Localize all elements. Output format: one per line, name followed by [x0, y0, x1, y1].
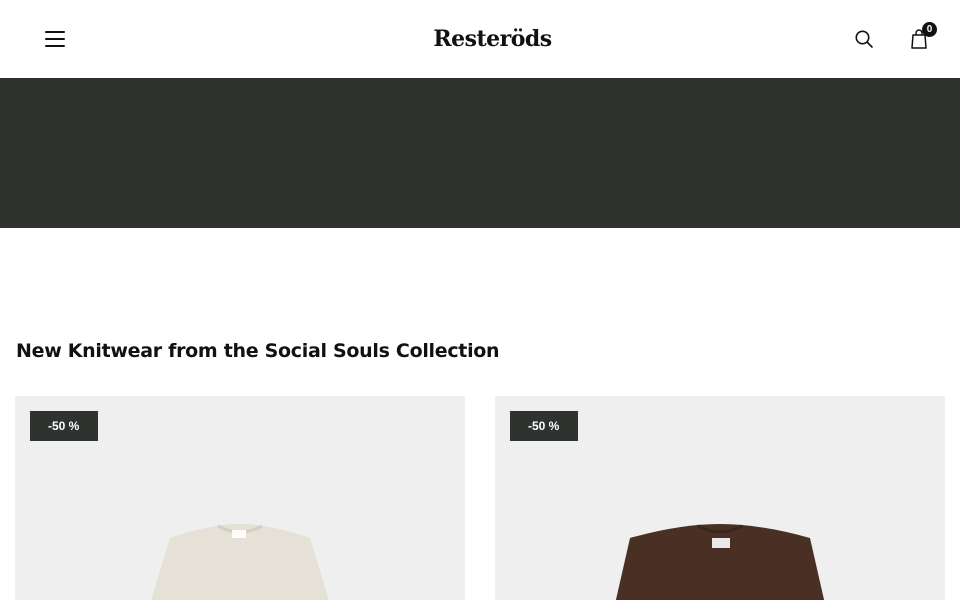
cart-count-badge: 0 [922, 22, 937, 37]
product-image[interactable] [130, 524, 350, 600]
hero-banner [0, 78, 960, 228]
site-logo[interactable]: Resteröds [420, 24, 565, 54]
site-header: Resteröds 0 [0, 0, 960, 78]
hamburger-menu-icon[interactable] [40, 24, 70, 54]
section-title: New Knitwear from the Social Souls Colle… [16, 340, 500, 362]
search-icon[interactable] [852, 27, 876, 51]
discount-badge: -50 % [30, 411, 98, 441]
product-card[interactable]: -50 % [15, 396, 465, 600]
discount-badge: -50 % [510, 411, 578, 441]
product-card[interactable]: -50 % [495, 396, 945, 600]
product-image[interactable] [610, 524, 830, 600]
